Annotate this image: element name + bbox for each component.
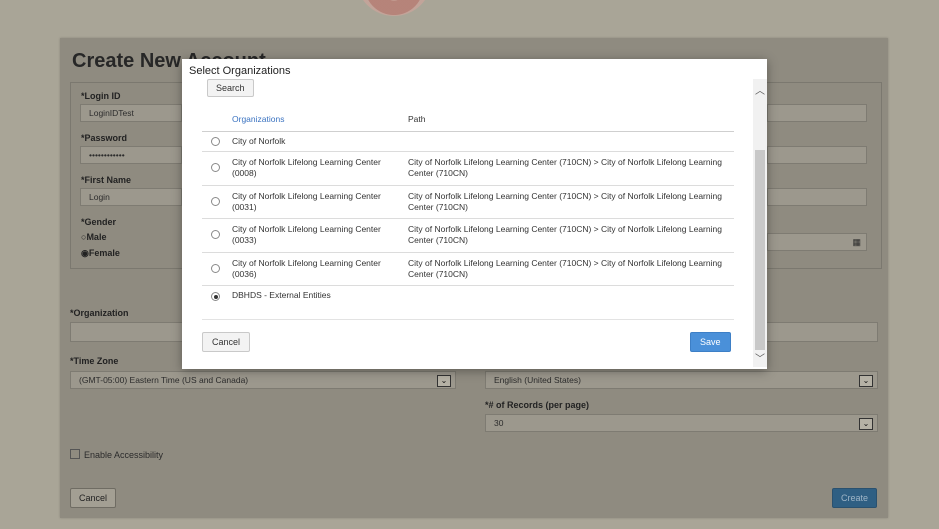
scrollbar-thumb[interactable] xyxy=(755,150,765,350)
time-zone-select[interactable]: (GMT-05:00) Eastern Time (US and Canada)… xyxy=(70,371,456,389)
city-seal-logo xyxy=(356,0,432,16)
select-organizations-modal: Select Organizations Search Organization… xyxy=(182,59,767,369)
login-id-label: *Login ID xyxy=(81,91,121,101)
row-org: DBHDS - External Entities xyxy=(232,290,331,300)
row-path: City of Norfolk Lifelong Learning Center… xyxy=(408,258,722,279)
accessibility-checkbox[interactable]: Enable Accessibility xyxy=(70,449,163,460)
password-input[interactable]: •••••••••••• xyxy=(80,146,182,164)
records-value: 30 xyxy=(494,418,504,428)
row-radio[interactable] xyxy=(211,230,220,239)
table-row[interactable]: City of Norfolk Lifelong Learning Center… xyxy=(202,186,734,219)
records-label: *# of Records (per page) xyxy=(485,400,590,410)
table-row[interactable]: DBHDS - External Entities xyxy=(202,286,734,316)
row-path: City of Norfolk Lifelong Learning Center… xyxy=(408,224,722,245)
language-value: English (United States) xyxy=(494,375,581,385)
gender-label: *Gender xyxy=(81,217,117,227)
row-radio[interactable] xyxy=(211,197,220,206)
chevron-down-icon[interactable]: ⌄ xyxy=(859,418,873,430)
gender-male-label: Male xyxy=(86,232,107,242)
row-path: City of Norfolk Lifelong Learning Center… xyxy=(408,157,722,178)
chevron-down-icon[interactable]: ⌄ xyxy=(859,375,873,387)
chevron-down-icon[interactable]: ﹀ xyxy=(755,350,765,365)
column-organizations[interactable]: Organizations xyxy=(232,114,284,124)
row-radio[interactable] xyxy=(211,137,220,146)
row-org: City of Norfolk Lifelong Learning Center… xyxy=(232,258,381,279)
row-radio[interactable] xyxy=(211,292,220,301)
row-org: City of Norfolk Lifelong Learning Center… xyxy=(232,224,381,245)
calendar-icon[interactable]: ▦ xyxy=(852,237,861,248)
right-field-2[interactable] xyxy=(767,146,867,164)
right-field-1[interactable] xyxy=(767,104,867,122)
chevron-up-icon[interactable]: ︿ xyxy=(755,82,765,97)
right-field-3[interactable] xyxy=(767,188,867,206)
gender-female-radio[interactable]: ◉Female xyxy=(81,248,120,259)
modal-body: Search Organizations Path City of Norfol… xyxy=(202,76,734,366)
table-row[interactable]: City of Norfolk xyxy=(202,132,734,152)
gender-female-label: Female xyxy=(88,248,120,258)
records-select[interactable]: 30 ⌄ xyxy=(485,414,878,432)
gender-male-radio[interactable]: ○Male xyxy=(81,232,106,242)
bg-create-button[interactable]: Create xyxy=(832,488,878,508)
first-name-input[interactable]: Login xyxy=(80,188,182,206)
table-row[interactable]: City of Norfolk Lifelong Learning Center… xyxy=(202,219,734,253)
row-radio[interactable] xyxy=(211,163,220,172)
language-select[interactable]: English (United States) ⌄ xyxy=(485,371,878,389)
table-row[interactable]: City of Norfolk Lifelong Learning Center… xyxy=(202,152,734,186)
search-button[interactable]: Search xyxy=(207,79,254,97)
row-org: City of Norfolk Lifelong Learning Center… xyxy=(232,157,381,178)
chevron-down-icon[interactable]: ⌄ xyxy=(437,375,451,387)
checkbox-box[interactable] xyxy=(70,449,80,459)
first-name-label: *First Name xyxy=(81,175,132,185)
row-radio[interactable] xyxy=(211,264,220,273)
organization-label: *Organization xyxy=(70,308,129,318)
footer-divider xyxy=(202,319,734,320)
row-path: City of Norfolk Lifelong Learning Center… xyxy=(408,191,722,212)
date-input[interactable]: ▦ xyxy=(767,233,867,251)
modal-cancel-button[interactable]: Cancel xyxy=(202,332,251,352)
bg-cancel-button[interactable]: Cancel xyxy=(70,488,117,508)
time-zone-value: (GMT-05:00) Eastern Time (US and Canada) xyxy=(79,375,249,385)
accessibility-label: Enable Accessibility xyxy=(84,450,164,460)
login-id-input[interactable]: LoginIDTest xyxy=(80,104,182,122)
modal-save-button[interactable]: Save xyxy=(690,332,731,352)
row-org: City of Norfolk xyxy=(232,136,286,146)
time-zone-label: *Time Zone xyxy=(70,356,119,366)
column-path[interactable]: Path xyxy=(408,114,426,124)
row-org: City of Norfolk Lifelong Learning Center… xyxy=(232,191,381,212)
table-row[interactable]: City of Norfolk Lifelong Learning Center… xyxy=(202,253,734,286)
password-label: *Password xyxy=(81,133,128,143)
